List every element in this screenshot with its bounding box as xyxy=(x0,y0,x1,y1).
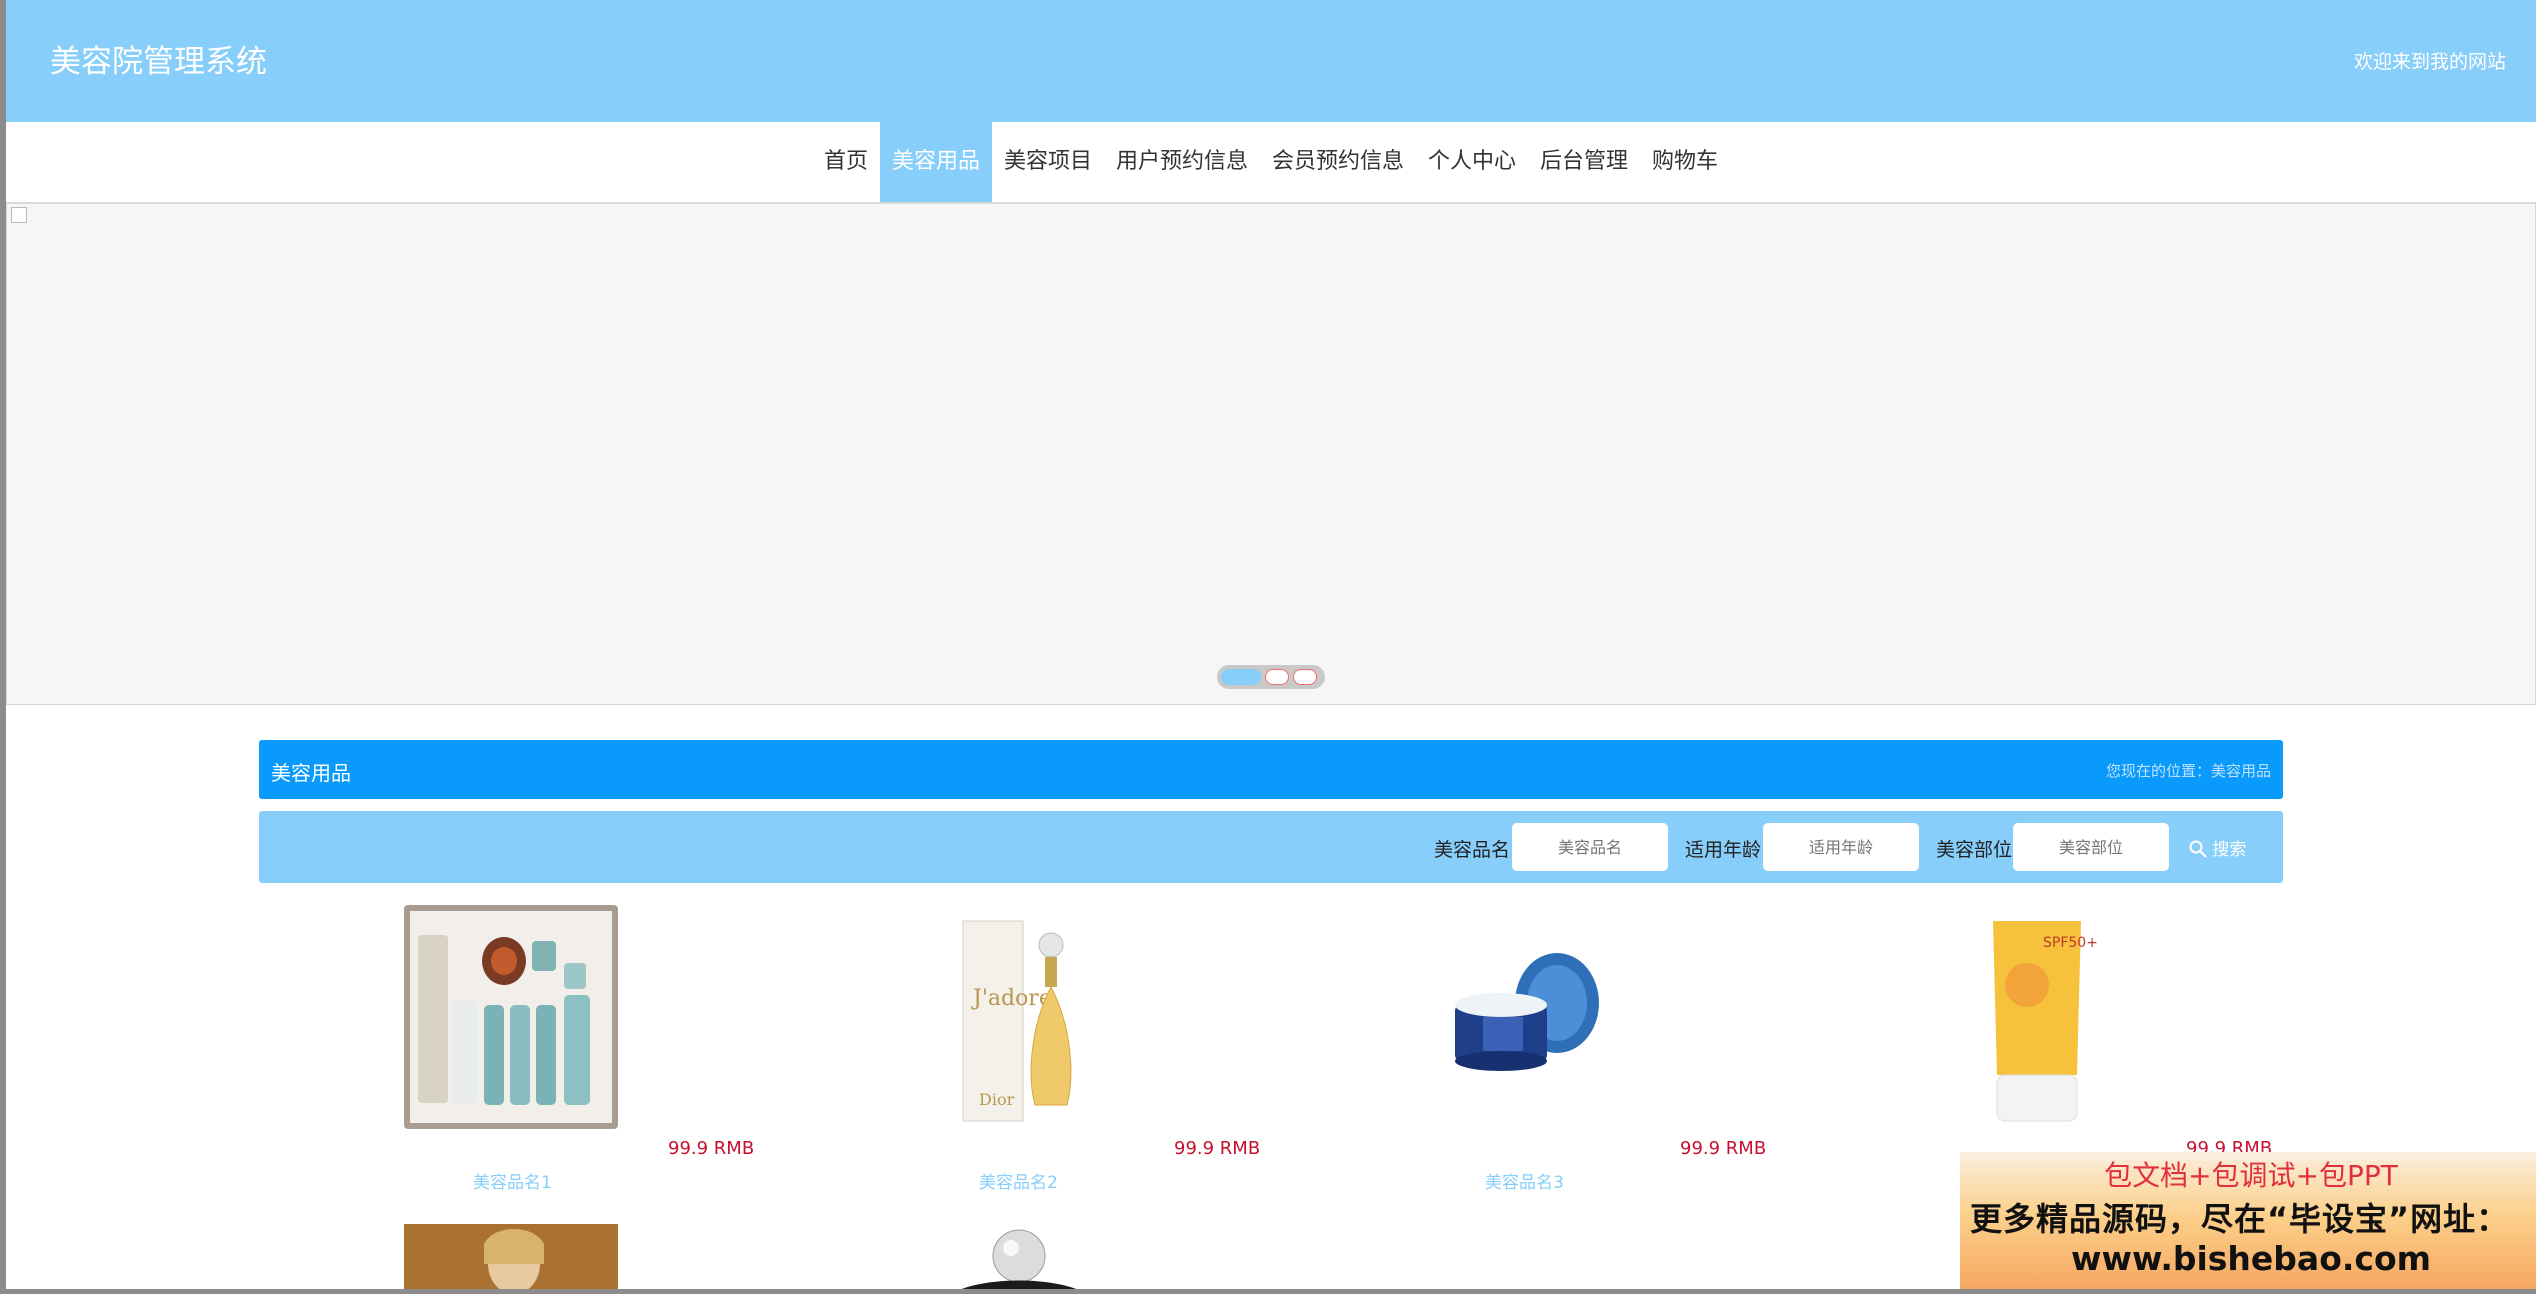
product-name[interactable]: 美容品名1 xyxy=(473,1168,552,1193)
carousel-indicators xyxy=(1217,665,1325,689)
main-nav: 首页 美容用品 美容项目 用户预约信息 会员预约信息 个人中心 后台管理 购物车 xyxy=(6,122,2536,203)
search-icon xyxy=(2189,840,2207,858)
perfume-bottle-image[interactable]: J'adore Dior xyxy=(911,905,1125,1129)
svg-text:J'adore: J'adore xyxy=(971,986,1052,1011)
promo-ad-banner[interactable]: 包文档+包调试+包PPT 更多精品源码，尽在“毕设宝”网址： www.bishe… xyxy=(1960,1152,2536,1289)
search-button-label: 搜索 xyxy=(2212,840,2247,860)
ad-line-url: www.bishebao.com xyxy=(2070,1239,2432,1278)
nav-item-cart[interactable]: 购物车 xyxy=(1640,122,1730,202)
carousel-dot-3[interactable] xyxy=(1293,669,1317,685)
age-input[interactable] xyxy=(1763,823,1919,871)
nav-item-personal-center[interactable]: 个人中心 xyxy=(1416,122,1528,202)
nav-item-user-appointments[interactable]: 用户预约信息 xyxy=(1104,122,1260,202)
age-label: 适用年龄 xyxy=(1685,839,1762,861)
nav-item-beauty-projects[interactable]: 美容项目 xyxy=(992,122,1104,202)
carousel-dot-2[interactable] xyxy=(1265,669,1289,685)
product-price: 99.9 RMB xyxy=(1680,1138,1767,1159)
banner-carousel xyxy=(6,203,2536,705)
ad-line-services: 包文档+包调试+包PPT xyxy=(2104,1159,2398,1192)
crystal-bottle-image[interactable] xyxy=(911,1224,1125,1289)
breadcrumb: 您现在的位置：美容用品 xyxy=(2105,762,2271,780)
part-label: 美容部位 xyxy=(1936,839,2013,861)
section-title: 美容用品 xyxy=(271,761,351,785)
skincare-set-image[interactable] xyxy=(404,905,618,1129)
nav-item-member-appointments[interactable]: 会员预约信息 xyxy=(1260,122,1416,202)
search-button[interactable]: 搜索 xyxy=(2189,835,2246,860)
ad-line-more-source: 更多精品源码，尽在“毕设宝”网址： xyxy=(1970,1200,2510,1238)
product-price: 99.9 RMB xyxy=(1174,1138,1261,1159)
sunscreen-tube-image[interactable]: SPF50+ xyxy=(1931,905,2145,1129)
site-header: 美容院管理系统 欢迎来到我的网站 xyxy=(6,0,2536,122)
search-bar: 美容品名 适用年龄 美容部位 搜索 xyxy=(259,811,2283,883)
portrait-product-image[interactable] xyxy=(404,1224,618,1289)
site-title: 美容院管理系统 xyxy=(50,44,267,80)
svg-text:SPF50+: SPF50+ xyxy=(2043,935,2098,951)
svg-text:Dior: Dior xyxy=(979,1090,1015,1109)
cream-jar-image[interactable] xyxy=(1417,905,1631,1129)
name-label: 美容品名 xyxy=(1434,839,1511,861)
name-input[interactable] xyxy=(1512,823,1668,871)
section-header: 美容用品 您现在的位置：美容用品 xyxy=(259,740,2283,799)
broken-image-icon xyxy=(11,207,27,223)
part-input[interactable] xyxy=(2013,823,2169,871)
product-price: 99.9 RMB xyxy=(668,1138,755,1159)
nav-item-home[interactable]: 首页 xyxy=(812,122,880,202)
welcome-text: 欢迎来到我的网站 xyxy=(2353,51,2506,73)
nav-item-admin[interactable]: 后台管理 xyxy=(1528,122,1640,202)
nav-item-beauty-products[interactable]: 美容用品 xyxy=(879,122,992,202)
browser-viewport: 美容院管理系统 欢迎来到我的网站 首页 美容用品 美容项目 用户预约信息 会员预… xyxy=(6,0,2536,1289)
carousel-dot-1[interactable] xyxy=(1221,669,1261,685)
product-name[interactable]: 美容品名2 xyxy=(979,1168,1058,1193)
product-name[interactable]: 美容品名3 xyxy=(1485,1168,1564,1193)
